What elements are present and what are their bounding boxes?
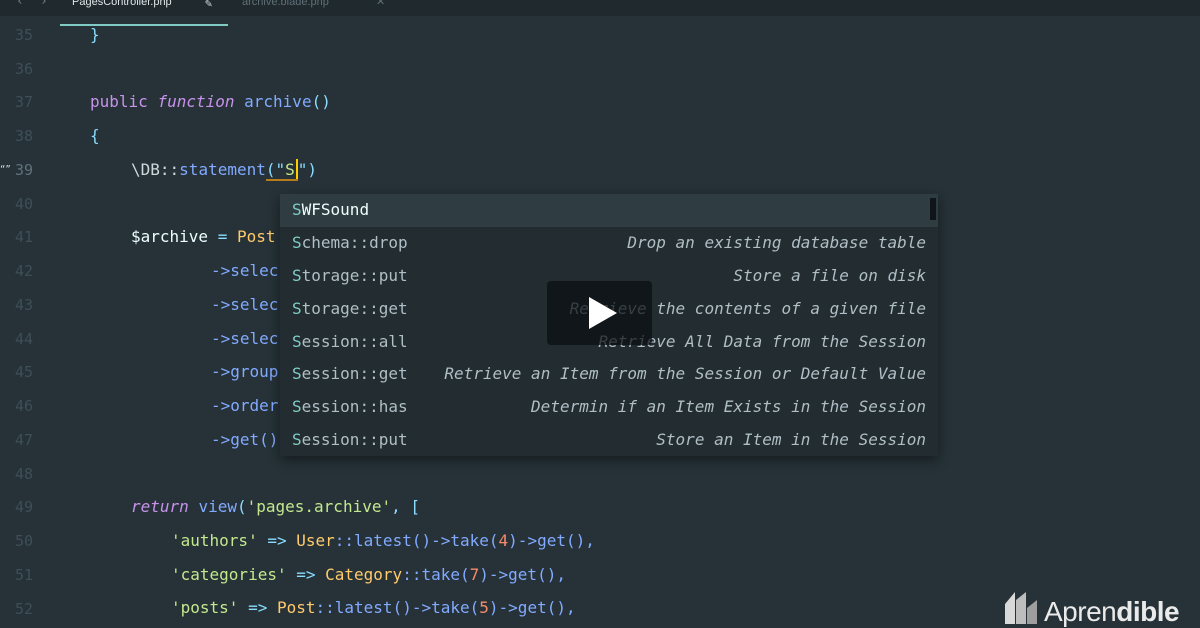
line-number: 35: [14, 26, 33, 44]
line-number: 50: [14, 532, 33, 550]
code-line-50: 'authors' => User::latest()->take(4)->ge…: [171, 531, 595, 550]
code-line-51: 'categories' => Category::take(7)->get()…: [171, 565, 566, 584]
code-line-45: ->group: [211, 362, 279, 381]
aprendible-logo-icon: [1005, 592, 1037, 624]
code-line-46: ->order: [211, 396, 279, 415]
scrollbar-thumb[interactable]: [930, 198, 936, 220]
autocomplete-item[interactable]: Schema::drop Drop an existing database t…: [280, 227, 938, 260]
code-line-37: public function archive(): [90, 92, 331, 111]
line-number: 37: [14, 93, 33, 111]
code-line-38: {: [90, 126, 100, 145]
autocomplete-description: Store a file on disk: [733, 266, 926, 285]
code-line-44: ->selec: [211, 329, 279, 348]
autocomplete-item[interactable]: Session::has Determin if an Item Exists …: [280, 391, 938, 424]
line-number: 38: [14, 127, 33, 145]
quotes-icon: “”: [0, 165, 11, 175]
chevron-left-icon[interactable]: ‹: [16, 0, 24, 10]
line-number: 46: [14, 397, 33, 415]
active-tab-indicator: [60, 24, 228, 26]
line-number: 44: [14, 330, 33, 348]
tab-pagescontroller[interactable]: PagesController.php: [72, 0, 172, 9]
line-number: 36: [14, 60, 33, 78]
tab-archive-blade[interactable]: archive.blade.php: [242, 0, 329, 9]
close-icon[interactable]: ✕: [376, 0, 385, 9]
line-number: 43: [14, 296, 33, 314]
play-button[interactable]: [547, 281, 652, 345]
line-number: 42: [14, 262, 33, 280]
code-line-35: }: [90, 25, 100, 44]
line-number: 51: [14, 566, 33, 584]
autocomplete-item[interactable]: Session::put Store an Item in the Sessio…: [280, 424, 938, 457]
code-line-41: $archive = Post: [131, 227, 276, 246]
line-number: 40: [14, 195, 33, 213]
autocomplete-description: Determin if an Item Exists in the Sessio…: [531, 397, 926, 416]
line-number: 49: [14, 498, 33, 516]
autocomplete-description: Drop an existing database table: [627, 233, 926, 252]
line-number: 45: [14, 363, 33, 381]
chevron-right-icon[interactable]: ›: [40, 0, 48, 10]
code-line-52: 'posts' => Post::latest()->take(5)->get(…: [171, 598, 576, 617]
code-line-47: ->get(): [211, 430, 279, 449]
code-line-49: return view('pages.archive', [: [131, 497, 421, 516]
pencil-icon: ✎: [205, 0, 213, 10]
play-icon: [589, 297, 617, 329]
line-number: 41: [14, 228, 33, 246]
autocomplete-item[interactable]: Session::get Retrieve an Item from the S…: [280, 358, 938, 391]
line-number: 52: [14, 600, 33, 618]
autocomplete-item[interactable]: SWFSound: [280, 194, 938, 227]
line-number: 48: [14, 465, 33, 483]
line-number: 47: [14, 431, 33, 449]
code-line-43: ->selec: [211, 295, 279, 314]
tab-bar: ‹ › PagesController.php ✎ archive.blade.…: [0, 0, 1200, 16]
autocomplete-description: Retrieve an Item from the Session or Def…: [444, 364, 926, 383]
aprendible-logo: Aprendible: [1044, 596, 1180, 627]
code-line-42: ->selec: [211, 261, 279, 280]
code-line-39: \DB::statement("S "): [131, 159, 318, 181]
autocomplete-description: Store an Item in the Session: [656, 430, 926, 449]
